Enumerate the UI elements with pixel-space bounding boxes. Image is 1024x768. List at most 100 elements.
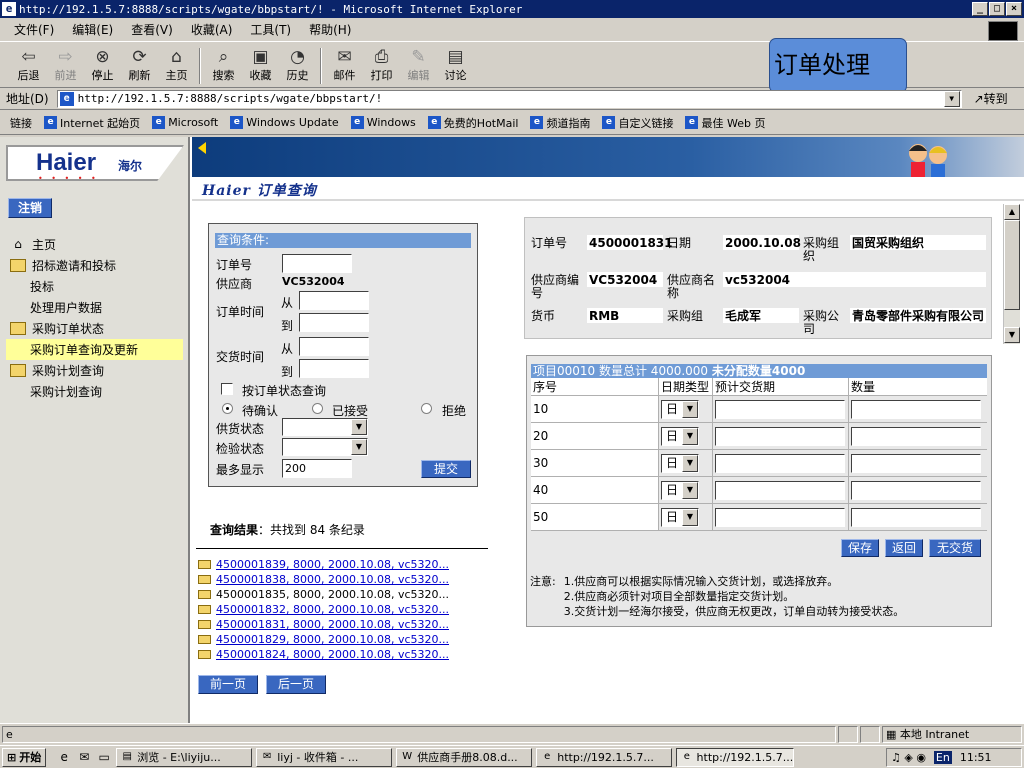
max-display-input[interactable]: 200 [282, 459, 352, 478]
taskbar-task[interactable]: ✉ liyj - 收件箱 - ... [256, 747, 393, 767]
taskbar-task[interactable]: W 供应商手册8.08.d... [396, 747, 533, 767]
supply-status-select[interactable]: ▼ [282, 418, 368, 436]
start-button[interactable]: ⊞ 开始 [2, 747, 47, 767]
submit-button[interactable]: 提交 [421, 460, 471, 478]
link-item[interactable]: e 免费的HotMail [427, 115, 518, 131]
nav-item[interactable]: 采购订单查询及更新 [6, 339, 183, 360]
nav-item[interactable]: 招标邀请和投标 [6, 255, 183, 276]
chevron-down-icon[interactable]: ▼ [351, 439, 367, 455]
search-button[interactable]: ⌕ 搜索 [205, 45, 242, 87]
order-no-input[interactable] [282, 254, 352, 273]
status-query-checkbox[interactable] [221, 383, 233, 395]
radio-pending[interactable] [222, 403, 233, 414]
history-button[interactable]: ◔ 历史 [279, 45, 316, 87]
menu-tools[interactable]: 工具(T) [250, 21, 291, 38]
chevron-down-icon[interactable]: ▼ [682, 400, 698, 418]
delivery-date-input[interactable] [715, 426, 845, 446]
result-item[interactable]: 4500001832, 8000, 2000.10.08, vc5320... [198, 602, 498, 617]
back-button[interactable]: ⇦ 后退 [10, 45, 47, 87]
nav-item[interactable]: 采购订单状态 [6, 318, 183, 339]
discuss-button[interactable]: ▤ 讨论 [437, 45, 474, 87]
menu-help[interactable]: 帮助(H) [309, 21, 351, 38]
mail-button[interactable]: ✉ 邮件 [326, 45, 363, 87]
delivery-date-input[interactable] [715, 507, 845, 527]
link-item[interactable]: e 最佳 Web 页 [685, 115, 765, 131]
minimize-button[interactable]: _ [972, 2, 988, 16]
prev-page-button[interactable]: 前一页 [198, 675, 258, 694]
result-item[interactable]: 4500001831, 8000, 2000.10.08, vc5320... [198, 617, 498, 632]
nav-item[interactable]: 采购计划查询 [6, 360, 183, 381]
print-button[interactable]: ⎙ 打印 [363, 45, 400, 87]
chevron-down-icon[interactable]: ▼ [682, 427, 698, 445]
nav-item[interactable]: ⌂ 主页 [6, 234, 183, 255]
scroll-up-icon[interactable]: ▲ [1004, 204, 1020, 220]
taskbar-task[interactable]: e http://192.1.5.7... [676, 747, 795, 767]
quantity-input[interactable] [851, 426, 981, 446]
home-button[interactable]: ⌂ 主页 [158, 45, 195, 87]
address-dropdown-button[interactable]: ▼ [943, 90, 960, 107]
date-type-select[interactable]: 日 ▼ [661, 480, 699, 500]
radio-accepted[interactable] [312, 403, 323, 414]
delivery-date-input[interactable] [715, 399, 845, 419]
result-item[interactable]: 4500001824, 8000, 2000.10.08, vc5320... [198, 647, 498, 662]
quantity-input[interactable] [851, 480, 981, 500]
go-button[interactable]: ↗转到 [974, 90, 1008, 107]
edit-button[interactable]: ✎ 编辑 [400, 45, 437, 87]
quantity-input[interactable] [851, 399, 981, 419]
refresh-button[interactable]: ⟳ 刷新 [121, 45, 158, 87]
back-button[interactable]: 返回 [885, 539, 923, 557]
nav-item[interactable]: 处理用户数据 [6, 297, 183, 318]
date-type-select[interactable]: 日 ▼ [661, 399, 699, 419]
date-type-select[interactable]: 日 ▼ [661, 453, 699, 473]
result-item[interactable]: 4500001838, 8000, 2000.10.08, vc5320... [198, 572, 498, 587]
delivery-time-to-input[interactable] [299, 359, 369, 378]
nav-item[interactable]: 投标 [6, 276, 183, 297]
order-time-to-input[interactable] [299, 313, 369, 332]
result-item[interactable]: 4500001835, 8000, 2000.10.08, vc5320... [198, 587, 498, 602]
favorites-button[interactable]: ▣ 收藏 [242, 45, 279, 87]
nav-item[interactable]: 采购计划查询 [6, 381, 183, 402]
scroll-thumb[interactable] [1004, 220, 1020, 310]
address-input[interactable]: e http://192.1.5.7:8888/scripts/wgate/bb… [56, 89, 962, 108]
result-item[interactable]: 4500001829, 8000, 2000.10.08, vc5320... [198, 632, 498, 647]
link-item[interactable]: e Internet 起始页 [44, 115, 140, 131]
maximize-button[interactable]: □ [989, 2, 1005, 16]
delivery-date-input[interactable] [715, 480, 845, 500]
order-time-from-input[interactable] [299, 291, 369, 310]
link-item[interactable]: e Windows [350, 116, 416, 129]
link-item[interactable]: e 自定义链接 [602, 115, 673, 131]
frame-scrollbar[interactable]: ▲ ▼ [1003, 204, 1020, 344]
link-item[interactable]: e Microsoft [152, 116, 218, 129]
inspect-status-select[interactable]: ▼ [282, 438, 368, 456]
date-type-select[interactable]: 日 ▼ [661, 507, 699, 527]
delivery-time-from-input[interactable] [299, 337, 369, 356]
chevron-down-icon[interactable]: ▼ [682, 481, 698, 499]
date-type-select[interactable]: 日 ▼ [661, 426, 699, 446]
desktop-quicklaunch-icon[interactable]: ▭ [96, 749, 112, 765]
outlook-quicklaunch-icon[interactable]: ✉ [76, 749, 92, 765]
chevron-down-icon[interactable]: ▼ [682, 454, 698, 472]
no-delivery-button[interactable]: 无交货 [929, 539, 981, 557]
ie-quicklaunch-icon[interactable]: e [56, 749, 72, 765]
chevron-down-icon[interactable]: ▼ [682, 508, 698, 526]
link-item[interactable]: e 频道指南 [530, 115, 590, 131]
close-button[interactable]: × [1006, 2, 1022, 16]
logout-button[interactable]: 注销 [8, 198, 52, 218]
menu-view[interactable]: 查看(V) [131, 21, 173, 38]
delivery-date-input[interactable] [715, 453, 845, 473]
taskbar-task[interactable]: e http://192.1.5.7... [536, 747, 673, 767]
link-item[interactable]: e Windows Update [230, 116, 339, 129]
scroll-down-icon[interactable]: ▼ [1004, 327, 1020, 343]
menu-file[interactable]: 文件(F) [14, 21, 54, 38]
chevron-down-icon[interactable]: ▼ [351, 419, 367, 435]
taskbar-task[interactable]: ▤ 浏览 - E:\liyiju... [116, 747, 253, 767]
next-page-button[interactable]: 后一页 [266, 675, 326, 694]
menu-favorites[interactable]: 收藏(A) [191, 21, 233, 38]
language-indicator[interactable]: En [933, 751, 952, 764]
result-item[interactable]: 4500001839, 8000, 2000.10.08, vc5320... [198, 557, 498, 572]
quantity-input[interactable] [851, 453, 981, 473]
forward-button[interactable]: ⇨ 前进 [47, 45, 84, 87]
save-button[interactable]: 保存 [841, 539, 879, 557]
radio-rejected[interactable] [421, 403, 432, 414]
collapse-arrow-icon[interactable] [198, 142, 206, 154]
